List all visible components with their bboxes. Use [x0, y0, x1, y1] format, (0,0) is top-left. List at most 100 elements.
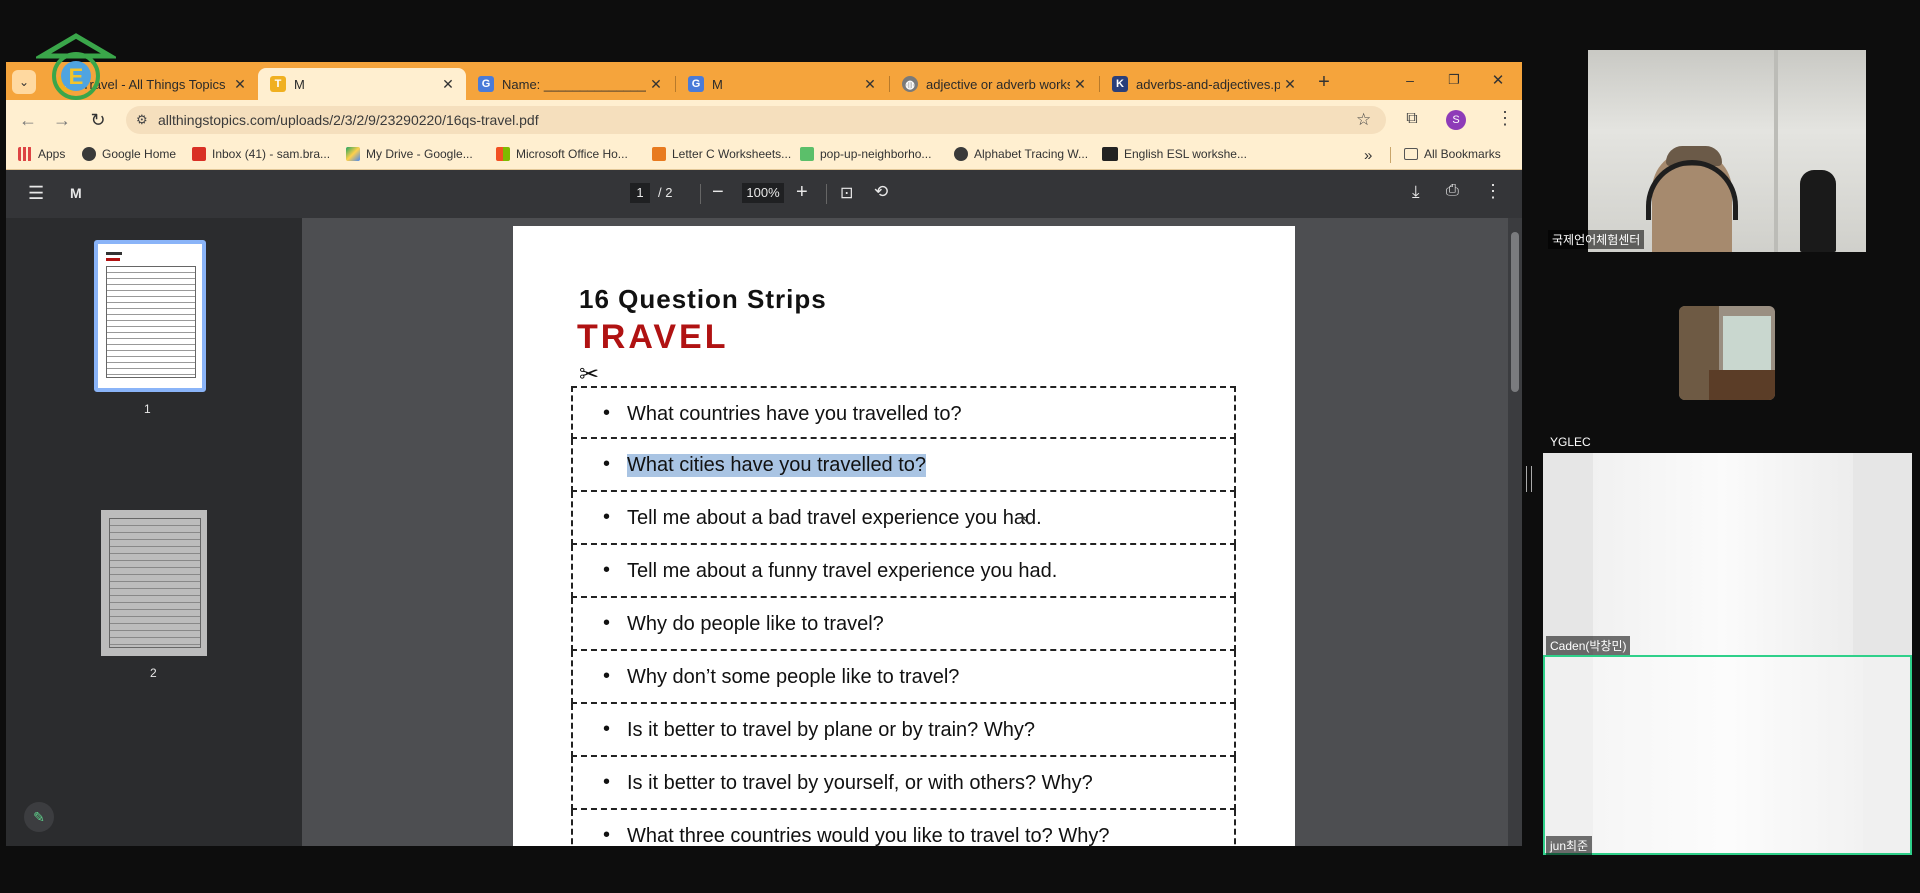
question-strip: • What three countries would you like to …	[571, 810, 1236, 846]
bookmark-apps[interactable]: Apps	[18, 147, 65, 161]
zoom-in-icon[interactable]: +	[796, 181, 808, 204]
apps-grid-icon	[18, 147, 32, 161]
page-total: / 2	[658, 185, 673, 200]
question-strip: • Why don’t some people like to travel?	[571, 651, 1236, 704]
pdf-document-area: 16 Question Strips TRAVEL ✂ • What countr…	[302, 218, 1508, 846]
question-strip: • Is it better to travel by plane or by t…	[571, 704, 1236, 757]
close-tab-icon[interactable]: ✕	[438, 76, 458, 93]
page-number-input[interactable]: 1	[630, 183, 650, 203]
extensions-icon[interactable]: ⧉	[1402, 110, 1422, 128]
bookmark-english-esl[interactable]: English ESL workshe...	[1102, 147, 1247, 161]
participant-name: YGLEC	[1550, 435, 1591, 449]
browser-menu-icon[interactable]: ⋮	[1496, 108, 1514, 129]
tab-strip: ⌄ T Travel - All Things Topics ✕ T M ✕ G…	[6, 62, 1522, 100]
page-heading: 16 Question Strips	[579, 284, 827, 314]
profile-avatar[interactable]: S	[1446, 110, 1466, 130]
new-tab-button[interactable]: +	[1312, 70, 1336, 94]
minimize-button[interactable]: –	[1400, 72, 1420, 88]
thumbnail-page-1[interactable]	[94, 240, 206, 392]
tab-title: M	[294, 76, 305, 92]
participant-name: 국제언어체험센터	[1548, 230, 1645, 249]
all-bookmarks-folder[interactable]: All Bookmarks	[1404, 147, 1501, 161]
mouse-cursor-icon: ↖	[1020, 512, 1032, 528]
participant-name: Caden(박창민)	[1546, 636, 1631, 655]
pdf-scrollbar[interactable]	[1508, 218, 1522, 846]
thumbnail-sidebar: 1 2 ✎	[6, 218, 302, 846]
bookmark-microsoft-office[interactable]: Microsoft Office Ho...	[496, 147, 628, 161]
tab-search-button[interactable]: ⌄	[12, 70, 36, 94]
browser-window: ⌄ T Travel - All Things Topics ✕ T M ✕ G…	[6, 62, 1522, 846]
tab-title: adverbs-and-adjectives.pn	[1136, 76, 1280, 92]
bookmarks-bar: Apps Google Home Inbox (41) - sam.bra...…	[6, 140, 1522, 170]
bookmark-alphabet-tracing[interactable]: Alphabet Tracing W...	[954, 147, 1088, 161]
participant-tile-host[interactable]	[1588, 50, 1866, 252]
tab-pdf-active[interactable]: T M ✕	[258, 68, 466, 100]
reload-icon[interactable]: ↻	[86, 108, 110, 132]
fit-to-page-icon[interactable]: ⊡	[840, 183, 853, 203]
close-tab-icon[interactable]: ✕	[230, 76, 250, 93]
bookmark-gmail-inbox[interactable]: Inbox (41) - sam.bra...	[192, 147, 330, 161]
zoom-out-icon[interactable]: −	[712, 181, 724, 204]
close-tab-icon[interactable]: ✕	[1280, 76, 1300, 93]
site-info-icon[interactable]: ⚙	[136, 112, 148, 128]
bookmark-star-icon[interactable]: ☆	[1356, 110, 1371, 130]
rotate-icon[interactable]: ⟲	[874, 182, 888, 202]
selected-text: What cities have you travelled to?	[627, 454, 927, 477]
restore-button[interactable]: ❐	[1444, 72, 1464, 88]
sidebar-menu-icon[interactable]: ☰	[28, 183, 44, 204]
print-icon[interactable]: ⎙	[1446, 182, 1459, 200]
close-tab-icon[interactable]: ✕	[1070, 76, 1090, 93]
question-strip: • Tell me about a bad travel experience y…	[571, 492, 1236, 545]
forward-arrow-icon[interactable]: →	[50, 108, 74, 132]
zoom-level-input[interactable]: 100%	[742, 183, 784, 203]
question-strip: • What cities have you travelled to?	[571, 439, 1236, 492]
google-docs-favicon-icon: G	[478, 76, 494, 92]
participant-name: jun최준	[1546, 836, 1593, 855]
tab-adjective-or-adverb[interactable]: ◍ adjective or adverb worksh ✕	[890, 68, 1098, 100]
isl-icon	[1102, 147, 1118, 161]
tab-m-google[interactable]: G M ✕	[676, 68, 888, 100]
close-window-button[interactable]: ✕	[1488, 71, 1508, 89]
all-things-topics-favicon-icon: T	[270, 76, 286, 92]
microsoft-icon	[496, 147, 510, 161]
page-subheading: TRAVEL	[577, 318, 729, 356]
participant-tile-caden[interactable]	[1543, 453, 1912, 655]
school-logo: E	[32, 32, 120, 104]
gmail-icon	[192, 147, 206, 161]
globe-icon	[954, 147, 968, 161]
scissors-icon: ✂	[579, 361, 600, 388]
address-bar[interactable]: ⚙ allthingstopics.com/uploads/2/3/2/9/23…	[126, 106, 1386, 134]
globe-icon	[82, 147, 96, 161]
close-tab-icon[interactable]: ✕	[860, 76, 880, 93]
thumbnail-label: 2	[150, 666, 157, 680]
tab-adverbs-and-adjectives[interactable]: K adverbs-and-adjectives.pn ✕	[1100, 68, 1308, 100]
bookmark-letter-c-worksheets[interactable]: Letter C Worksheets...	[652, 147, 791, 161]
browser-toolbar: ← → ↻ ⚙ allthingstopics.com/uploads/2/3/…	[6, 100, 1522, 140]
tab-title: adjective or adverb worksh	[926, 76, 1070, 92]
google-drive-icon	[346, 147, 360, 161]
pdf-more-options-icon[interactable]: ⋮	[1484, 181, 1502, 202]
k-favicon-icon: K	[1112, 76, 1128, 92]
participant-tile-yglec[interactable]	[1679, 306, 1775, 400]
thumbnail-page-2[interactable]	[101, 510, 207, 656]
download-icon[interactable]: ⤓	[1412, 182, 1420, 202]
question-strip: • What countries have you travelled to?	[571, 386, 1236, 439]
tab-title: M	[712, 76, 723, 92]
pdf-toolbar: ☰ M 1 / 2 − 100% + ⊡ ⟲ ⤓ ⎙ ⋮	[6, 170, 1522, 218]
google-docs-favicon-icon: G	[688, 76, 704, 92]
bookmark-google-home[interactable]: Google Home	[82, 147, 176, 161]
annotate-pen-icon[interactable]: ✎	[24, 802, 54, 832]
pdf-page: 16 Question Strips TRAVEL ✂ • What countr…	[513, 226, 1295, 846]
tab-title: Name: ________________	[502, 76, 646, 92]
panel-resize-handle[interactable]	[1526, 466, 1532, 492]
bookmarks-overflow-icon[interactable]: »	[1364, 147, 1372, 164]
participant-tile-jun-active-speaker[interactable]	[1543, 655, 1912, 855]
close-tab-icon[interactable]: ✕	[646, 76, 666, 93]
back-arrow-icon[interactable]: ←	[16, 108, 40, 132]
question-strip: • Tell me about a funny travel experience…	[571, 545, 1236, 598]
bookmark-pop-up-neighborhood[interactable]: pop-up-neighborho...	[800, 147, 931, 161]
bookmark-my-drive[interactable]: My Drive - Google...	[346, 147, 473, 161]
globe-icon: ◍	[902, 76, 918, 92]
question-strip: • Is it better to travel by yourself, or …	[571, 757, 1236, 810]
tab-name-worksheet[interactable]: G Name: ________________ ✕	[466, 68, 674, 100]
